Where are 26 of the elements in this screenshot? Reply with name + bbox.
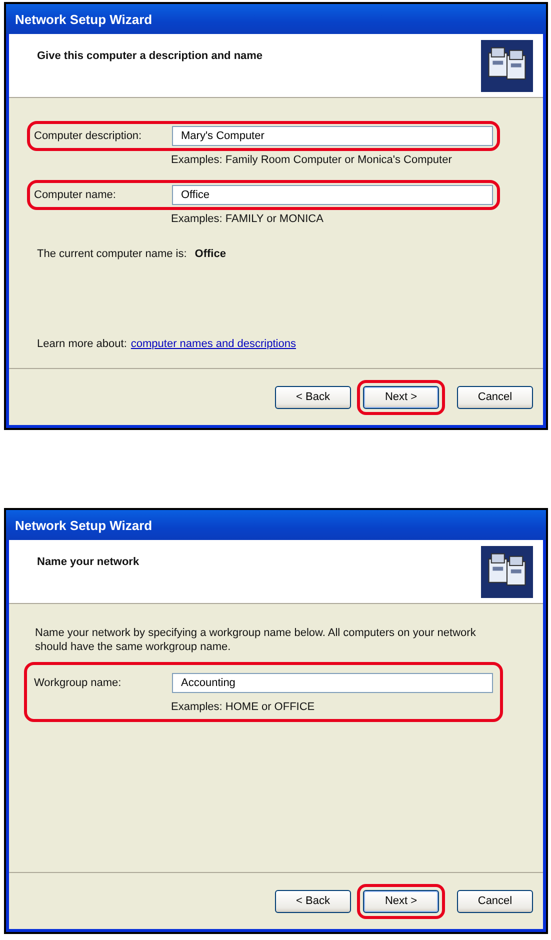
learn-more-label: Learn more about: <box>37 338 127 350</box>
window-title: Network Setup Wizard <box>6 4 546 34</box>
current-name-value: Office <box>194 248 226 260</box>
example-hint: Examples: FAMILY or MONICA <box>171 213 324 225</box>
text-field[interactable]: Mary's Computer <box>172 126 493 146</box>
text-field[interactable]: Office <box>172 185 493 205</box>
wizard-button[interactable]: Next > <box>363 890 439 912</box>
current-name-label: The current computer name is: <box>37 248 187 260</box>
wizard-button[interactable]: < Back <box>275 386 351 408</box>
wizard-button[interactable]: < Back <box>275 890 351 912</box>
help-link[interactable]: computer names and descriptions <box>130 338 296 350</box>
instruction-text: Name your network by specifying a workgroup name below. All computers on your network should have the same workgroup name. <box>35 626 477 654</box>
example-hint: Examples: Family Room Computer or Monica's Computer <box>171 154 453 166</box>
example-hint: Examples: HOME or OFFICE <box>171 701 316 713</box>
wizard-heading: Give this computer a description and name <box>37 50 263 62</box>
field-label: Workgroup name: <box>34 677 122 689</box>
field-label: Computer description: <box>34 130 143 142</box>
wizard-button[interactable]: Cancel <box>457 386 533 408</box>
field-label: Computer name: <box>34 189 117 201</box>
network-computers-icon <box>481 40 533 92</box>
wizard-button[interactable]: Cancel <box>457 890 533 912</box>
wizard-heading: Name your network <box>37 556 140 568</box>
wizard-button[interactable]: Next > <box>363 386 439 408</box>
text-field[interactable]: Accounting <box>172 673 493 693</box>
window-title: Network Setup Wizard <box>6 510 546 540</box>
network-computers-icon <box>481 546 533 598</box>
